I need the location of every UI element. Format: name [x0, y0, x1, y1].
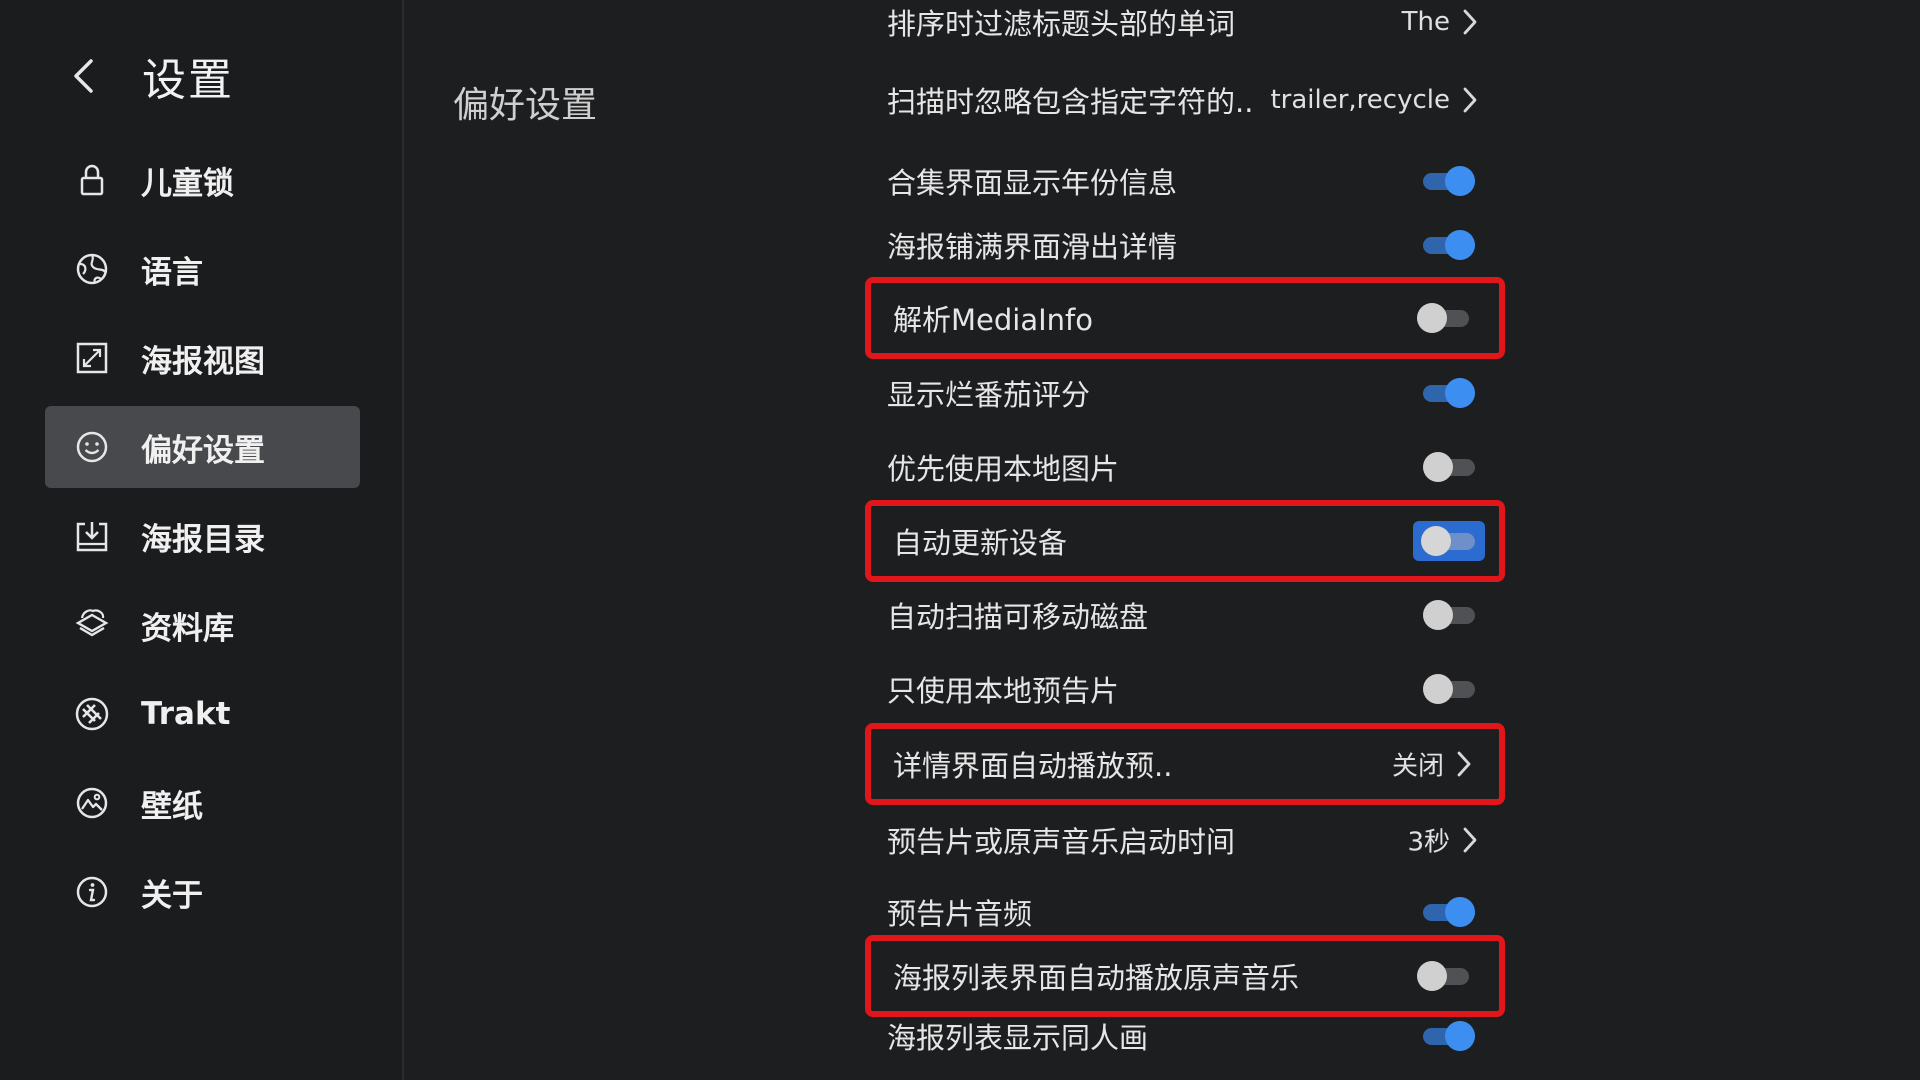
smiley-icon [73, 428, 111, 466]
toggle-switch[interactable] [1423, 600, 1475, 630]
toggle-switch[interactable] [1423, 897, 1475, 927]
sidebar-title: 设置 [142, 55, 234, 106]
sidebar-item-poster-directory[interactable]: 海报目录 [45, 495, 360, 577]
picture-icon [73, 784, 111, 822]
sidebar-item-language[interactable]: 语言 [45, 228, 360, 310]
sidebar-item-label: Trakt [141, 696, 231, 732]
setting-row-local-trailers-only[interactable]: 只使用本地预告片 [865, 653, 1505, 725]
chevron-left-icon [74, 59, 93, 93]
toggle-switch[interactable] [1423, 1021, 1475, 1051]
sidebar-item-label: 壁纸 [141, 788, 203, 825]
setting-label: 海报铺满界面滑出详情 [887, 230, 1178, 264]
setting-row-parse-mediainfo[interactable]: 解析MediaInfo [865, 277, 1505, 359]
sidebar-item-wallpaper[interactable]: 壁纸 [45, 762, 360, 844]
chevron-right-icon [1461, 825, 1479, 855]
toggle-switch[interactable] [1423, 674, 1475, 704]
setting-label: 解析MediaInfo [893, 303, 1093, 337]
setting-row-poster-slide-details[interactable]: 海报铺满界面滑出详情 [865, 209, 1505, 281]
trakt-icon [73, 695, 111, 733]
setting-row-collection-year[interactable]: 合集界面显示年份信息 [865, 145, 1505, 217]
download-box-icon [73, 517, 111, 555]
toggle-switch[interactable] [1417, 303, 1469, 333]
sidebar-item-label: 海报目录 [141, 521, 265, 558]
chevron-right-icon [1461, 85, 1479, 115]
toggle-switch[interactable] [1423, 230, 1475, 260]
sidebar-item-child-lock[interactable]: 儿童锁 [45, 139, 360, 221]
setting-label: 海报列表界面自动播放原声音乐 [893, 961, 1300, 995]
sidebar-item-preferences[interactable]: 偏好设置 [45, 406, 360, 488]
globe-icon [73, 250, 111, 288]
sidebar-item-label: 海报视图 [141, 343, 265, 380]
setting-label: 详情界面自动播放预.. [893, 749, 1173, 783]
sidebar-header: 设置 [72, 44, 234, 108]
sidebar-item-poster-view[interactable]: 海报视图 [45, 317, 360, 399]
sidebar-item-label: 语言 [141, 254, 203, 291]
setting-value: The [1401, 7, 1450, 37]
section-title: 偏好设置 [453, 85, 598, 126]
toggle-switch[interactable] [1423, 166, 1475, 196]
setting-row-detail-autoplay-trailer[interactable]: 详情界面自动播放预.. 关闭 [865, 723, 1505, 805]
setting-label: 预告片音频 [887, 897, 1033, 931]
toggle-switch[interactable] [1423, 378, 1475, 408]
sidebar-item-label: 儿童锁 [141, 165, 234, 202]
setting-label: 预告片或原声音乐启动时间 [887, 825, 1236, 859]
setting-row-rotten-tomatoes[interactable]: 显示烂番茄评分 [865, 357, 1505, 429]
setting-row-auto-update-device[interactable]: 自动更新设备 [865, 500, 1505, 582]
setting-row-sort-filter-words[interactable]: 排序时过滤标题头部的单词 The [865, 0, 1505, 58]
sidebar-item-about[interactable]: 关于 [45, 851, 360, 933]
layers-icon [73, 606, 111, 644]
setting-label: 优先使用本地图片 [887, 452, 1120, 486]
setting-value: 关闭 [1391, 751, 1444, 782]
toggle-switch[interactable] [1423, 452, 1475, 482]
sidebar-item-label: 资料库 [141, 610, 234, 647]
setting-row-prefer-local-images[interactable]: 优先使用本地图片 [865, 431, 1505, 503]
sidebar-item-label: 关于 [141, 877, 203, 914]
setting-row-auto-scan-removable[interactable]: 自动扫描可移动磁盘 [865, 579, 1505, 651]
chevron-right-icon [1461, 7, 1479, 37]
setting-label: 自动更新设备 [893, 526, 1068, 560]
lock-icon [73, 161, 111, 199]
toggle-switch[interactable] [1413, 521, 1485, 561]
sidebar: 设置 儿童锁 语言 海报视图 偏好设置 海报目录 资料库 Trakt 壁纸 关于 [0, 0, 404, 1080]
sidebar-item-label: 偏好设置 [141, 432, 265, 469]
setting-label: 海报列表显示同人画 [887, 1021, 1149, 1055]
setting-label: 合集界面显示年份信息 [887, 166, 1178, 200]
setting-row-poster-list-fanart[interactable]: 海报列表显示同人画 [865, 1000, 1505, 1072]
setting-row-trailer-start-time[interactable]: 预告片或原声音乐启动时间 3秒 [865, 804, 1505, 876]
setting-value: trailer,recycle [1270, 85, 1450, 115]
setting-label: 显示烂番茄评分 [887, 378, 1091, 412]
sidebar-nav: 儿童锁 语言 海报视图 偏好设置 海报目录 资料库 Trakt 壁纸 关于 [45, 139, 360, 940]
setting-value: 3秒 [1407, 827, 1450, 858]
back-button[interactable] [72, 45, 112, 107]
toggle-switch[interactable] [1417, 961, 1469, 991]
expand-icon [73, 339, 111, 377]
setting-row-scan-ignore-chars[interactable]: 扫描时忽略包含指定字符的.. trailer,recycle [865, 64, 1505, 136]
setting-label: 只使用本地预告片 [887, 674, 1120, 708]
sidebar-item-trakt[interactable]: Trakt [45, 673, 360, 755]
setting-label: 排序时过滤标题头部的单词 [887, 7, 1236, 41]
info-icon [73, 873, 111, 911]
setting-label: 扫描时忽略包含指定字符的.. [887, 85, 1254, 119]
chevron-right-icon [1455, 749, 1473, 779]
sidebar-item-library[interactable]: 资料库 [45, 584, 360, 666]
setting-label: 自动扫描可移动磁盘 [887, 600, 1149, 634]
settings-app: 设置 儿童锁 语言 海报视图 偏好设置 海报目录 资料库 Trakt 壁纸 关于… [0, 0, 1920, 1080]
